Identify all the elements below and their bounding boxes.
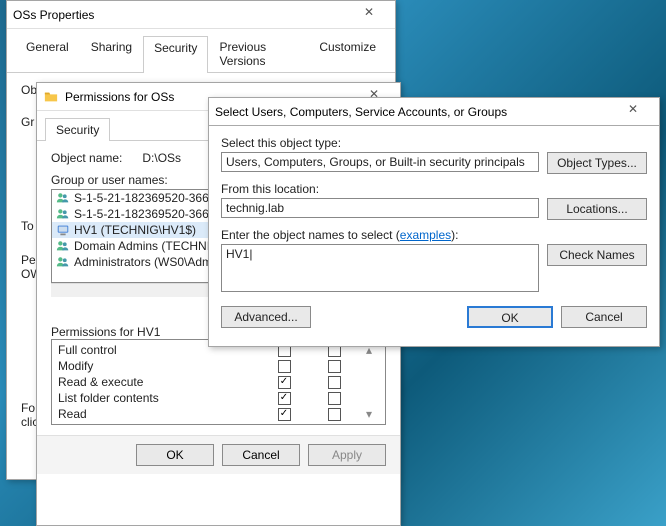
folder-icon	[43, 89, 59, 105]
perm-name: Modify	[58, 359, 259, 373]
permissions-table: Full control▴ModifyRead & executeList fo…	[51, 339, 386, 425]
object-names-label: Enter the object names to select (exampl…	[221, 228, 647, 242]
perm-name: Read	[58, 407, 259, 421]
list-item-label: HV1 (TECHNIG\HV1$)	[74, 223, 196, 237]
ok-button[interactable]: OK	[467, 306, 553, 328]
advanced-button[interactable]: Advanced...	[221, 306, 311, 328]
location-field[interactable]: technig.lab	[221, 198, 539, 218]
object-type-field[interactable]: Users, Computers, Groups, or Built-in se…	[221, 152, 539, 172]
tab-security[interactable]: Security	[45, 118, 110, 141]
tab-previous-versions[interactable]: Previous Versions	[208, 35, 308, 72]
allow-checkbox[interactable]	[278, 360, 291, 373]
list-item-label: S-1-5-21-182369520-3665…	[74, 191, 227, 205]
allow-checkbox[interactable]	[278, 392, 291, 405]
table-row: Read ▾	[52, 406, 385, 422]
select-users-window: Select Users, Computers, Service Account…	[208, 97, 660, 347]
people-icon	[56, 239, 70, 253]
check-names-button[interactable]: Check Names	[547, 244, 647, 266]
titlebar[interactable]: Select Users, Computers, Service Account…	[209, 98, 659, 126]
perm-name: Read & execute	[58, 375, 259, 389]
tab-sharing[interactable]: Sharing	[80, 35, 143, 72]
cancel-button[interactable]: Cancel	[561, 306, 647, 328]
examples-link[interactable]: examples	[400, 228, 451, 242]
object-names-input[interactable]: HV1|	[221, 244, 539, 292]
table-row: Read & execute	[52, 374, 385, 390]
table-row: Modify	[52, 358, 385, 374]
dialog-footer: OK Cancel Apply	[37, 435, 400, 474]
people-icon	[56, 255, 70, 269]
tab-security[interactable]: Security	[143, 36, 208, 73]
tab-general[interactable]: General	[15, 35, 80, 72]
object-names-text: Enter the object names to select	[221, 228, 392, 242]
apply-button[interactable]: Apply	[308, 444, 386, 466]
object-types-button[interactable]: Object Types...	[547, 152, 647, 174]
location-label: From this location:	[221, 182, 647, 196]
locations-button[interactable]: Locations...	[547, 198, 647, 220]
object-names-value: HV1	[226, 247, 249, 261]
list-item-label: S-1-5-21-182369520-3665…	[74, 207, 227, 221]
window-title: OSs Properties	[13, 8, 349, 22]
allow-checkbox[interactable]	[278, 376, 291, 389]
object-name-value: D:\OSs	[142, 151, 181, 165]
cancel-button[interactable]: Cancel	[222, 444, 300, 466]
deny-checkbox[interactable]	[328, 392, 341, 405]
text-caret: |	[249, 247, 252, 261]
perm-name: List folder contents	[58, 391, 259, 405]
table-row: List folder contents	[52, 390, 385, 406]
deny-checkbox[interactable]	[328, 376, 341, 389]
ok-button[interactable]: OK	[136, 444, 214, 466]
allow-checkbox[interactable]	[278, 408, 291, 421]
people-icon	[56, 207, 70, 221]
window-title: Select Users, Computers, Service Account…	[215, 105, 613, 119]
object-name-label: Object name:	[51, 151, 122, 165]
tabstrip: General Sharing Security Previous Versio…	[7, 29, 395, 73]
object-type-label: Select this object type:	[221, 136, 647, 150]
scroll-down-icon[interactable]: ▾	[359, 407, 379, 421]
computer-icon	[56, 223, 70, 237]
deny-checkbox[interactable]	[328, 408, 341, 421]
close-icon[interactable]: ✕	[613, 102, 653, 122]
tab-customize[interactable]: Customize	[308, 35, 387, 72]
close-icon[interactable]: ✕	[349, 5, 389, 25]
deny-checkbox[interactable]	[328, 360, 341, 373]
people-icon	[56, 191, 70, 205]
titlebar[interactable]: OSs Properties ✕	[7, 1, 395, 29]
select-users-body: Select this object type: Users, Computer…	[209, 126, 659, 336]
